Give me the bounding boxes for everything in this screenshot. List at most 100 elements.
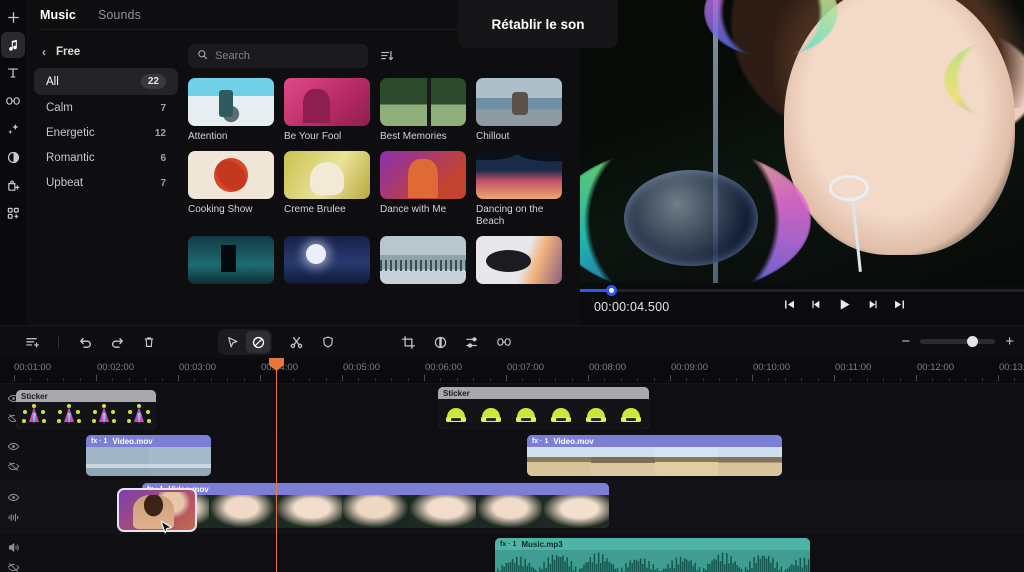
undo-icon[interactable] bbox=[73, 331, 97, 353]
add-track-icon[interactable] bbox=[20, 331, 44, 353]
music-card[interactable]: Be Your Fool bbox=[284, 78, 370, 143]
stickers-button[interactable] bbox=[1, 172, 25, 198]
music-card[interactable]: Chillout bbox=[476, 78, 562, 143]
clip-header: fx · 1 Video.mov bbox=[527, 435, 782, 447]
category-item-upbeat[interactable]: Upbeat 7 bbox=[34, 171, 178, 195]
audio-library-button[interactable] bbox=[1, 32, 25, 58]
transition-icon[interactable] bbox=[492, 331, 516, 353]
timeline-clip-sticker-2[interactable]: Sticker bbox=[438, 387, 649, 429]
timeline-clip-video-2[interactable]: fx · 1 Video.mov bbox=[527, 435, 782, 476]
category-item-all[interactable]: All 22 bbox=[34, 68, 178, 95]
slip-icon[interactable] bbox=[246, 331, 270, 353]
category-item-energetic[interactable]: Energetic 12 bbox=[34, 121, 178, 145]
tab-sounds[interactable]: Sounds bbox=[98, 8, 141, 22]
drag-preview-thumbnail[interactable] bbox=[117, 488, 197, 532]
clip-title: Video.mov bbox=[553, 436, 594, 446]
clip-frame bbox=[590, 447, 655, 476]
effects-button[interactable] bbox=[1, 116, 25, 142]
music-card[interactable]: Dance with Me bbox=[380, 151, 466, 228]
music-title: Cooking Show bbox=[188, 204, 253, 215]
clip-frame bbox=[86, 447, 149, 476]
zoom-in-button[interactable]: + bbox=[1005, 334, 1014, 349]
zoom-out-button[interactable]: − bbox=[901, 334, 910, 349]
music-card[interactable]: Dancing on the Beach bbox=[476, 151, 562, 228]
clip-frame bbox=[208, 495, 276, 528]
speaker-icon[interactable] bbox=[7, 541, 20, 554]
music-card[interactable]: Best Memories bbox=[380, 78, 466, 143]
music-card[interactable]: Attention bbox=[188, 78, 274, 143]
category-count: 22 bbox=[140, 74, 166, 89]
video-editor-window: Music Sounds ‹ Free All 22 Calm 7 Energe… bbox=[0, 0, 1024, 572]
video-canvas[interactable] bbox=[580, 0, 1024, 283]
ruler-label: 00:05:00 bbox=[343, 362, 380, 373]
previous-frame-button[interactable] bbox=[810, 298, 823, 311]
scissors-icon[interactable] bbox=[284, 331, 308, 353]
music-card[interactable]: Cooking Show bbox=[188, 151, 274, 228]
redo-icon[interactable] bbox=[105, 331, 129, 353]
timeline-clip-sticker-1[interactable]: Sticker bbox=[16, 390, 156, 429]
eye-off-icon[interactable] bbox=[7, 460, 20, 473]
music-title: Attention bbox=[188, 131, 228, 142]
zoom-slider[interactable] bbox=[920, 335, 996, 347]
category-item-romantic[interactable]: Romantic 6 bbox=[34, 146, 178, 170]
clip-title: Music.mp3 bbox=[521, 539, 563, 549]
music-card[interactable]: Creme Brulee bbox=[284, 151, 370, 228]
jump-to-start-button[interactable] bbox=[783, 298, 796, 311]
search-input[interactable] bbox=[215, 50, 345, 62]
music-grid-wrap: Attention Be Your Fool Best Memories Chi… bbox=[186, 30, 580, 326]
category-label: All bbox=[46, 75, 59, 88]
apps-grid-button[interactable] bbox=[1, 200, 25, 226]
playhead[interactable] bbox=[269, 358, 284, 572]
sticker-frame bbox=[121, 402, 156, 429]
pointer-icon[interactable] bbox=[220, 331, 244, 353]
play-button[interactable] bbox=[837, 297, 852, 312]
music-card[interactable] bbox=[380, 236, 466, 284]
timeline-ruler[interactable]: 00:01:00 00:02:00 00:03:00 00:04:00 00:0… bbox=[0, 358, 1024, 384]
music-card[interactable] bbox=[188, 236, 274, 284]
music-title: Dance with Me bbox=[380, 204, 447, 215]
mask-icon[interactable] bbox=[316, 331, 340, 353]
zoom-slider-handle[interactable] bbox=[966, 335, 978, 347]
waveform-icon[interactable] bbox=[7, 511, 20, 524]
filters-button[interactable] bbox=[1, 144, 25, 170]
music-library-panel: Music Sounds ‹ Free All 22 Calm 7 Energe… bbox=[26, 0, 618, 326]
timeline-clip-video-1[interactable]: fx · 1 Video.mov bbox=[86, 435, 211, 476]
sticker-frame bbox=[579, 399, 614, 429]
library-body: ‹ Free All 22 Calm 7 Energetic 12 Romant… bbox=[26, 30, 580, 326]
music-card[interactable] bbox=[476, 236, 562, 284]
eye-icon[interactable] bbox=[7, 440, 20, 453]
transitions-button[interactable] bbox=[1, 88, 25, 114]
sort-descending-icon[interactable] bbox=[380, 49, 394, 63]
jump-to-end-button[interactable] bbox=[893, 298, 906, 311]
music-grid: Attention Be Your Fool Best Memories Chi… bbox=[188, 78, 570, 284]
text-tool-button[interactable] bbox=[1, 60, 25, 86]
category-item-calm[interactable]: Calm 7 bbox=[34, 96, 178, 120]
timeline-clip-audio[interactable]: fx · 1 Music.mp3 bbox=[495, 538, 810, 572]
clip-thumbnails bbox=[142, 495, 609, 528]
search-box[interactable] bbox=[188, 44, 368, 68]
sliders-icon[interactable] bbox=[460, 331, 484, 353]
sticker-frame bbox=[614, 399, 649, 429]
timeline-clip-video-main[interactable]: fx · 1 Video.mov bbox=[142, 483, 609, 528]
clip-frame bbox=[718, 447, 782, 476]
next-frame-button[interactable] bbox=[866, 298, 879, 311]
sticker-frame bbox=[438, 399, 473, 429]
crop-icon[interactable] bbox=[396, 331, 420, 353]
music-thumbnail bbox=[284, 78, 370, 126]
track-header-video-upper bbox=[0, 432, 26, 480]
contrast-icon[interactable] bbox=[428, 331, 452, 353]
clip-frame bbox=[408, 495, 476, 528]
add-media-button[interactable] bbox=[1, 4, 25, 30]
trash-icon[interactable] bbox=[137, 331, 161, 353]
eye-off-icon[interactable] bbox=[7, 561, 20, 572]
preview-progress-handle[interactable] bbox=[606, 285, 617, 296]
waveform-icon bbox=[497, 552, 810, 572]
preview-timecode: 00:00:04.500 bbox=[594, 300, 670, 314]
tab-music[interactable]: Music bbox=[40, 8, 76, 22]
ruler-label: 00:09:00 bbox=[671, 362, 708, 373]
music-thumbnail bbox=[476, 151, 562, 199]
eye-icon[interactable] bbox=[7, 491, 20, 504]
music-card[interactable] bbox=[284, 236, 370, 284]
preview-progress-track[interactable] bbox=[580, 289, 1024, 292]
back-to-free[interactable]: ‹ Free bbox=[34, 42, 178, 68]
